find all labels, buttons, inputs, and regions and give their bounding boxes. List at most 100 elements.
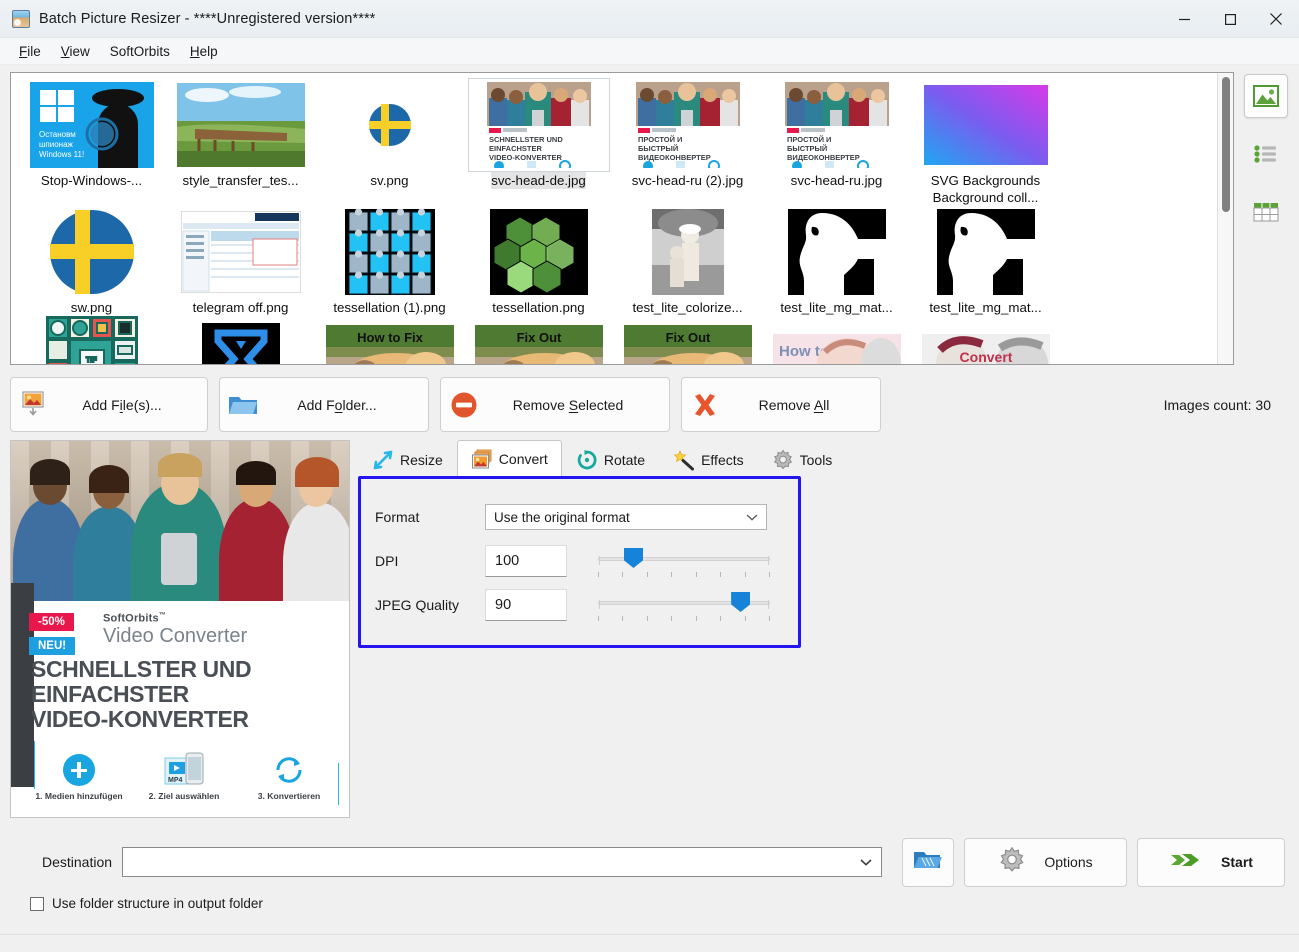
file-thumbnail [916, 79, 1056, 171]
refresh-icon [239, 749, 339, 791]
file-grid-item[interactable]: sv.png [315, 79, 464, 206]
red-x-icon [682, 391, 728, 419]
file-grid-item[interactable]: ПРОСТОЙ И БЫСТРЫЙ ВИДЕОКОНВЕРТЕР svc-hea… [762, 79, 911, 206]
file-grid-item[interactable]: Остановм шпионаж Windows 11! Stop-Window… [17, 79, 166, 206]
file-name-label: SVG Backgrounds Background coll... [930, 173, 1041, 205]
tab-tools[interactable]: Tools [758, 443, 847, 476]
file-grid-item[interactable]: Convert [911, 316, 1060, 364]
tab-resize[interactable]: Resize [358, 443, 457, 476]
file-grid-item[interactable]: SCHNELLSTER UND EINFACHSTER VIDEO-KONVER… [464, 78, 613, 206]
svg-text:БЫСТРЫЙ: БЫСТРЫЙ [638, 144, 678, 153]
file-thumbnail: How to Fix Out-of Focus [320, 316, 460, 364]
browse-folder-button[interactable] [902, 837, 954, 887]
use-folder-structure-checkbox[interactable] [30, 896, 44, 911]
dpi-input[interactable]: 100 [485, 545, 567, 577]
file-thumbnail [767, 206, 907, 298]
jpeg-quality-input[interactable]: 90 [485, 589, 567, 621]
plus-circle-icon [29, 749, 129, 791]
file-grid-item[interactable]: test_lite_colorize... [613, 206, 762, 316]
use-folder-structure-row[interactable]: Use folder structure in output folder [14, 896, 1285, 911]
dpi-row: DPI 100 [361, 539, 798, 583]
file-grid-item[interactable]: tessellation (1).png [315, 206, 464, 316]
destination-label: Destination [42, 854, 113, 870]
file-grid-item[interactable]: SVG Backgrounds Background coll... [911, 79, 1060, 206]
window-controls [1161, 0, 1299, 38]
add-image-icon [11, 391, 57, 419]
settings-tabs: Resize Convert Rotate Effects Tools [358, 440, 1289, 476]
settings-panel: Resize Convert Rotate Effects Tools Form… [358, 440, 1289, 818]
convert-settings-panel: Format Use the original format DPI 100 J… [358, 476, 801, 648]
format-value: Use the original format [494, 509, 630, 525]
file-name-label: style_transfer_tes... [182, 173, 299, 188]
file-name-label: tessellation (1).png [333, 300, 446, 315]
maximize-button[interactable] [1207, 0, 1253, 38]
menu-softorbits[interactable]: SoftOrbits [101, 41, 179, 62]
options-button[interactable]: Options [964, 837, 1127, 887]
file-thumbnail [320, 206, 460, 298]
file-grid-item[interactable]: test_lite_mg_mat... [911, 206, 1060, 316]
file-list-scrollbar[interactable] [1217, 73, 1233, 364]
file-thumbnail [171, 316, 311, 364]
image-preview-panel[interactable]: -50% NEU! SoftOrbits™ Video Converter SC… [10, 440, 350, 818]
file-grid-item[interactable]: How to Fix Out-of FocusTitle2.jpg [315, 316, 464, 364]
file-grid-item[interactable]: TIF tiff.jpg [17, 316, 166, 364]
tab-effects[interactable]: Effects [659, 443, 758, 476]
remove-selected-button[interactable]: Remove Selected [440, 377, 670, 432]
dpi-slider[interactable] [598, 545, 770, 577]
product-label: Video Converter [103, 625, 248, 647]
brand-label: SoftOrbits™ [103, 612, 166, 625]
file-name-label: tessellation.png [492, 300, 585, 315]
file-grid-item[interactable]: test_lite_mg_mat... [762, 206, 911, 316]
jpeg-quality-slider-handle[interactable] [731, 592, 751, 612]
file-grid-item[interactable]: time.png [166, 316, 315, 364]
tab-label: Convert [498, 450, 548, 467]
list-view-button[interactable] [1244, 132, 1288, 176]
file-thumbnail-list[interactable]: Остановм шпионаж Windows 11! Stop-Window… [10, 72, 1234, 365]
add-folder-button[interactable]: Add Folder... [219, 377, 429, 432]
file-grid-item[interactable]: Fix Out of Focus PicturesTitle-fix-out.j… [464, 316, 613, 364]
file-grid-item[interactable]: Fix Out of Focus Pictures [613, 316, 762, 364]
start-button[interactable]: Start [1137, 837, 1285, 887]
format-label: Format [375, 509, 420, 525]
tab-convert[interactable]: Convert [456, 440, 562, 476]
tab-label: Resize [400, 452, 443, 468]
remove-all-button[interactable]: Remove All [681, 377, 881, 432]
jpeg-quality-slider[interactable] [598, 589, 770, 621]
chevron-down-icon [746, 510, 758, 525]
file-grid-item[interactable]: How to [762, 316, 911, 364]
svg-text:ВИДЕОКОНВЕРТЕР: ВИДЕОКОНВЕРТЕР [638, 153, 711, 162]
dpi-slider-handle[interactable] [624, 548, 643, 568]
remove-all-label: Remove All [758, 396, 830, 413]
file-thumbnail: Fix Out of Focus Pictures [469, 316, 609, 364]
scrollbar-thumb[interactable] [1222, 77, 1230, 212]
file-grid-item[interactable]: sw.png [17, 206, 166, 316]
minimize-button[interactable] [1161, 0, 1207, 38]
add-files-button[interactable]: Add File(s)... [10, 377, 208, 432]
chevron-down-icon[interactable] [860, 855, 872, 870]
file-grid-item[interactable]: style_transfer_tes... [166, 79, 315, 206]
details-view-button[interactable] [1244, 190, 1288, 234]
destination-input[interactable] [122, 847, 882, 877]
app-icon [12, 9, 30, 28]
tab-rotate[interactable]: Rotate [562, 443, 659, 476]
menu-view[interactable]: View [52, 41, 99, 62]
file-thumbnail: How to [767, 316, 907, 364]
file-grid-item[interactable]: tessellation.png [464, 206, 613, 316]
jpeg-quality-row: JPEG Quality 90 [361, 583, 798, 627]
jpeg-quality-value: 90 [495, 597, 512, 613]
file-grid-item[interactable]: telegram off.png [166, 206, 315, 316]
format-select[interactable]: Use the original format [485, 504, 767, 530]
svg-text:TIF: TIF [86, 357, 97, 364]
mp4-file-icon: MP4 [134, 749, 234, 791]
dpi-slider-ticks [598, 572, 770, 578]
gear-icon [998, 846, 1026, 879]
file-thumbnail: Fix Out of Focus Pictures [618, 316, 758, 364]
file-name-label: svc-head-de.jpg [491, 172, 586, 189]
file-list-row: Остановм шпионаж Windows 11! Stop-Window… [10, 72, 1289, 365]
file-grid-item[interactable]: ПРОСТОЙ И БЫСТРЫЙ ВИДЕОКОНВЕРТЕР svc-hea… [613, 79, 762, 206]
title-bar: Batch Picture Resizer - ****Unregistered… [0, 0, 1299, 38]
close-button[interactable] [1253, 0, 1299, 38]
menu-help[interactable]: Help [181, 41, 227, 62]
menu-file[interactable]: File [10, 41, 50, 62]
thumbnail-view-button[interactable] [1244, 74, 1288, 118]
